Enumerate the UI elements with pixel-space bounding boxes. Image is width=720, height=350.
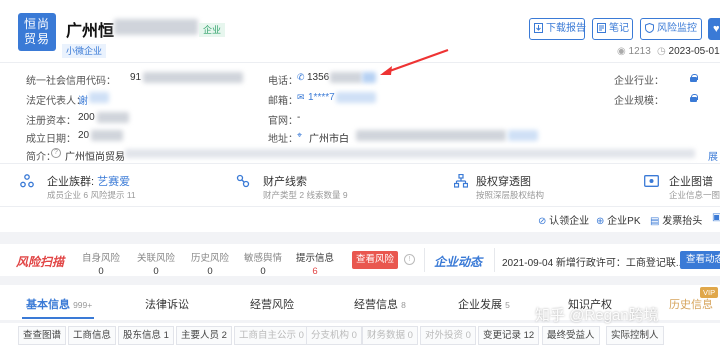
group-title[interactable]: 企业族群: 艺赛爱 [47, 173, 130, 189]
group-icon [20, 174, 34, 188]
property-title[interactable]: 财产线索 [263, 173, 307, 189]
risk-item-self[interactable]: 自身风险 0 [82, 250, 120, 277]
subtab-changes[interactable]: 变更记录 12 [478, 326, 540, 345]
note-button[interactable]: 笔记 [592, 18, 633, 40]
watermark: 知乎 @Regan跨境 [535, 307, 659, 324]
download-icon [534, 23, 543, 34]
subtab-controller[interactable]: 实际控制人 [606, 326, 664, 345]
redacted-name [114, 19, 198, 35]
group-sub: 成员企业 6 风险提示 11 [47, 190, 136, 200]
note-icon [597, 23, 606, 34]
tab-business-info[interactable]: 经营信息 8 [354, 296, 406, 312]
risk-item-history[interactable]: 历史风险 0 [191, 250, 229, 277]
dynamic-news[interactable]: 2021-09-04 新增行政许可：工商登记联... [502, 254, 684, 269]
risk-scan-bar: 风险扫描 自身风险 0 关联风险 0 历史风险 0 敏感舆情 0 提示信息 6 查看风险 … [0, 244, 720, 277]
subtab-graph[interactable]: 查查图谱 [18, 326, 67, 345]
graph-icon [644, 174, 659, 188]
capital-value: 200 [78, 112, 95, 123]
tab-legal[interactable]: 法律诉讼 [145, 296, 189, 312]
clock-icon: ◷ [657, 46, 666, 57]
location-icon: ⌖ [297, 130, 303, 140]
size-tag: 小微企业 [62, 44, 107, 58]
equity-icon [453, 173, 469, 188]
pk-icon: ⊕ [596, 216, 605, 227]
info-icon[interactable]: ! [404, 254, 415, 265]
check-risk-button[interactable]: 查看风险 [352, 251, 398, 269]
tab-business-risk[interactable]: 经营风险 [250, 296, 294, 312]
subtab-personnel[interactable]: 主要人员 2 [176, 326, 232, 345]
question-icon[interactable]: ? [51, 148, 61, 158]
equity-title[interactable]: 股权穿透图 [476, 173, 531, 189]
subtab-shareholder[interactable]: 股东信息 1 [118, 326, 174, 345]
capital-label: 注册资本： [26, 116, 76, 127]
founded-value: 20 [78, 130, 90, 141]
sub-tabs: 查查图谱 工商信息 股东信息 1 主要人员 2 工商自主公示 0 分支机构 0 … [0, 323, 720, 350]
more-icon: ▣ [712, 212, 720, 223]
tab-basic-info[interactable]: 基本信息 999+ [26, 296, 92, 312]
subtab-investment[interactable]: 对外投资 0 [420, 326, 476, 345]
credit-code-value: 91 [130, 72, 142, 83]
subtab-business[interactable]: 工商信息 [68, 326, 117, 345]
property-icon [236, 174, 250, 188]
phone-value: 1356 [307, 72, 330, 83]
expand-link[interactable]: 展 [708, 148, 718, 163]
update-date: ◷ 2023-05-01 [657, 46, 720, 57]
lock-icon[interactable] [690, 94, 698, 102]
pk-link[interactable]: ⊕ 企业PK [596, 212, 641, 227]
risk-scan-logo: 风险扫描 [16, 255, 65, 269]
credit-code-label: 统一社会信用代码： [26, 76, 116, 87]
annotation-arrow [380, 48, 449, 75]
phone-icon: ✆ [297, 72, 305, 82]
vip-badge: VIP [700, 287, 719, 298]
address-value: 广州市白 [309, 134, 349, 145]
subtab-branch[interactable]: 分支机构 0 [306, 326, 362, 345]
company-logo: 恒尚贸易 [18, 13, 56, 51]
equity-sub: 按照深层股权结构 [476, 190, 545, 200]
company-name: 广州恒 [66, 23, 115, 40]
dynamic-logo: 企业动态 [434, 255, 483, 269]
mail-icon: ✉ [297, 92, 305, 102]
graph-sub: 企业信息一图掌 [669, 190, 720, 200]
lock-icon[interactable] [690, 74, 698, 82]
phone-label: 电话： [268, 76, 298, 87]
status-tag: 企业 [199, 23, 226, 37]
check-circle-icon: ⊘ [538, 216, 547, 227]
risk-monitor-button[interactable]: 风险监控 [640, 18, 702, 40]
website-label: 官网： [268, 116, 298, 127]
risk-item-opinion[interactable]: 敏感舆情 0 [244, 250, 282, 277]
tab-development[interactable]: 企业发展 5 [458, 296, 510, 312]
property-sub: 财产类型 2 线索数量 9 [263, 190, 348, 200]
tab-history[interactable]: 历史信息 [669, 296, 713, 312]
subtab-self-disclosure[interactable]: 工商自主公示 0 [234, 326, 309, 345]
invoice-icon: ▤ [650, 216, 660, 227]
scale-label: 企业规模： [614, 96, 664, 107]
email-label: 邮箱： [268, 96, 298, 107]
check-dynamic-button[interactable]: 查看动态 [680, 251, 720, 269]
download-report-button[interactable]: 下载报告 [529, 18, 586, 40]
company-header-card: 恒尚贸易 广州恒 企业 小微企业 下载报告 笔记 风险监控 ♥ ◉ 1213 ◷… [0, 0, 720, 232]
graph-title[interactable]: 企业图谱 [669, 173, 713, 189]
risk-item-notice[interactable]: 提示信息 6 [296, 250, 334, 277]
legal-rep-label: 法定代表人： [26, 96, 86, 107]
founded-label: 成立日期： [26, 134, 76, 145]
shield-icon [645, 23, 654, 34]
risk-item-related[interactable]: 关联风险 0 [137, 250, 175, 277]
subtab-beneficiary[interactable]: 最终受益人 [542, 326, 600, 345]
follow-button[interactable]: ♥ [708, 18, 720, 40]
legal-rep-value[interactable]: 谢 [78, 92, 88, 107]
address-label: 地址： [268, 134, 298, 145]
website-value: - [297, 112, 301, 123]
eye-icon: ◉ [617, 46, 626, 57]
invoice-link[interactable]: ▤ 发票抬头 [650, 212, 702, 227]
subtab-finance[interactable]: 财务数据 0 [362, 326, 418, 345]
intro-value: 广州恒尚贸易 [65, 152, 125, 163]
email-value[interactable]: 1****7 [308, 92, 335, 103]
industry-label: 企业行业： [614, 76, 664, 87]
more-link[interactable]: ▣ [712, 212, 720, 223]
view-count: ◉ 1213 [617, 46, 651, 57]
claim-link[interactable]: ⊘ 认领企业 [538, 212, 589, 227]
